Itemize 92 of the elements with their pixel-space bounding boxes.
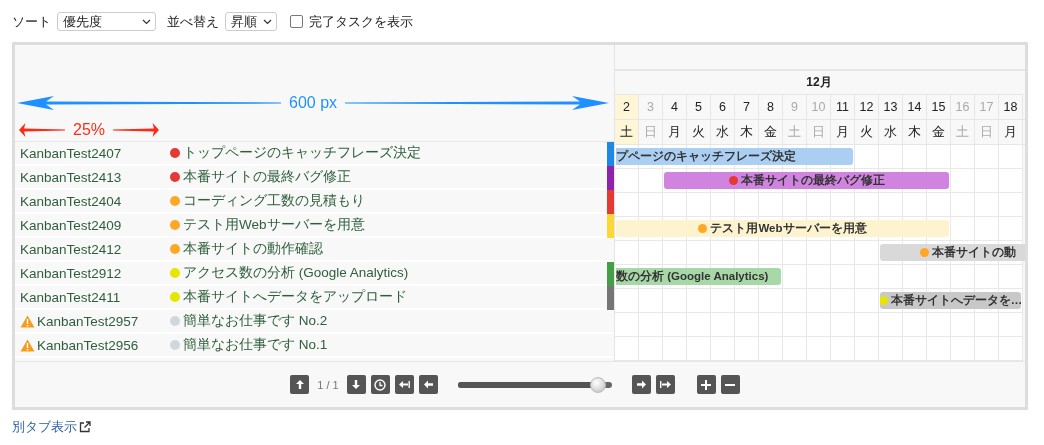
- checkbox-label[interactable]: 完了タスクを表示: [309, 12, 413, 31]
- task-bar[interactable]: 本番サイトの動: [880, 244, 1025, 261]
- date-cell: 18: [999, 95, 1023, 119]
- slider-thumb[interactable]: [589, 376, 606, 393]
- month-label: 12月: [806, 74, 832, 91]
- jump-end-button[interactable]: [655, 375, 675, 394]
- task-bar[interactable]: 本番サイトの最終バグ修正: [664, 172, 949, 189]
- weekday-cell: 金: [927, 120, 951, 144]
- weekday-cell: 水: [711, 120, 735, 144]
- task-id: KanbanTest2407: [20, 145, 122, 161]
- date-cell: 3: [639, 95, 663, 119]
- date-cell: 8: [759, 95, 783, 119]
- plus-icon: [701, 379, 712, 390]
- task-id: KanbanTest2411: [20, 289, 121, 305]
- page-indicator: 1 / 1: [317, 378, 339, 391]
- date-cell: 16: [951, 95, 975, 119]
- weekday-cell: 日: [639, 120, 663, 144]
- task-id: KanbanTest2956: [37, 337, 139, 353]
- task-title: 簡単なお仕事です No.1: [183, 336, 328, 354]
- clock-button[interactable]: [370, 375, 390, 394]
- clock-icon: [374, 378, 387, 391]
- weekday-cell: 月: [831, 120, 855, 144]
- weekday-cell: 火: [687, 120, 711, 144]
- date-cell: 10: [807, 95, 831, 119]
- up-arrow-icon: [295, 380, 304, 389]
- dimension-label: 25%: [73, 121, 105, 139]
- weekday-cell: 月: [663, 120, 687, 144]
- date-cell: 2: [615, 95, 639, 119]
- weekday-cell: 木: [903, 120, 927, 144]
- sort-select[interactable]: 優先度: [57, 12, 156, 31]
- date-cell: 13: [879, 95, 903, 119]
- task-id: KanbanTest2957: [37, 313, 139, 329]
- right-arrow-icon: [659, 380, 671, 389]
- dimension-label: 600 px: [289, 94, 338, 112]
- date-cell: 7: [735, 95, 759, 119]
- task-title: テスト用Webサーバーを用意: [183, 216, 365, 234]
- task-title: 本番サイトの最終バグ修正: [183, 168, 351, 186]
- task-id: KanbanTest2412: [20, 241, 122, 257]
- task-title: 本番サイトの動作確認: [183, 240, 323, 258]
- date-cell: 15: [927, 95, 951, 119]
- down-arrow-icon: [352, 380, 361, 389]
- right-arrow-icon: [636, 380, 646, 389]
- external-link-icon: [79, 421, 91, 433]
- weekday-cell: 金: [759, 120, 783, 144]
- weekday-cell: 月: [999, 120, 1023, 144]
- date-cell: 6: [711, 95, 735, 119]
- next-button[interactable]: [631, 375, 651, 394]
- zoom-in-button[interactable]: [696, 375, 716, 394]
- minus-icon: [725, 383, 736, 386]
- jump-start-button[interactable]: [394, 375, 414, 394]
- chevron-icon: [263, 18, 272, 25]
- chevron-icon: [142, 18, 151, 25]
- task-id: KanbanTest2404: [20, 193, 122, 209]
- order-select[interactable]: 昇順: [225, 12, 277, 31]
- task-bar[interactable]: プページのキャッチフレーズ決定: [616, 148, 853, 165]
- task-id: KanbanTest2409: [20, 217, 122, 233]
- zoom-out-button[interactable]: [720, 375, 740, 394]
- date-cell: 5: [687, 95, 711, 119]
- weekday-cell: 火: [855, 120, 879, 144]
- date-cell: 9: [783, 95, 807, 119]
- date-cell: 4: [663, 95, 687, 119]
- date-cell: 11: [831, 95, 855, 119]
- order-label: 並べ替え: [167, 12, 219, 31]
- task-title: トップページのキャッチフレーズ決定: [183, 144, 421, 162]
- weekday-cell: 日: [807, 120, 831, 144]
- date-cell: 14: [903, 95, 927, 119]
- weekday-cell: 木: [735, 120, 759, 144]
- task-title: アクセス数の分析 (Google Analytics): [183, 264, 409, 282]
- scroll-down-button[interactable]: [346, 375, 366, 394]
- weekday-cell: 日: [975, 120, 999, 144]
- weekday-cell: 土: [783, 120, 807, 144]
- task-title: 簡単なお仕事です No.2: [183, 312, 328, 330]
- task-id: KanbanTest2413: [20, 169, 122, 185]
- open-in-new-tab-link[interactable]: 別タブ表示: [12, 418, 91, 436]
- previous-button[interactable]: [418, 375, 438, 394]
- task-title: 本番サイトへデータをアップロード: [183, 288, 407, 306]
- task-bar[interactable]: テスト用Webサーバーを用意: [616, 220, 949, 237]
- task-id: KanbanTest2912: [20, 265, 122, 281]
- date-cell: 12: [855, 95, 879, 119]
- scroll-up-button[interactable]: [290, 375, 310, 394]
- weekday-cell: 水: [879, 120, 903, 144]
- task-bar[interactable]: 本番サイトへデータを…: [880, 292, 1021, 309]
- date-cell: 17: [975, 95, 999, 119]
- left-arrow-icon: [398, 380, 410, 389]
- weekday-cell: 土: [615, 120, 639, 144]
- weekday-cell: 土: [951, 120, 975, 144]
- task-title: コーディング工数の見積もり: [183, 192, 365, 210]
- sort-label: ソート: [12, 12, 51, 31]
- checkbox[interactable]: [290, 15, 303, 28]
- zoom-slider[interactable]: [457, 375, 612, 394]
- left-arrow-icon: [423, 380, 433, 389]
- task-bar[interactable]: 数の分析 (Google Analytics): [616, 268, 781, 285]
